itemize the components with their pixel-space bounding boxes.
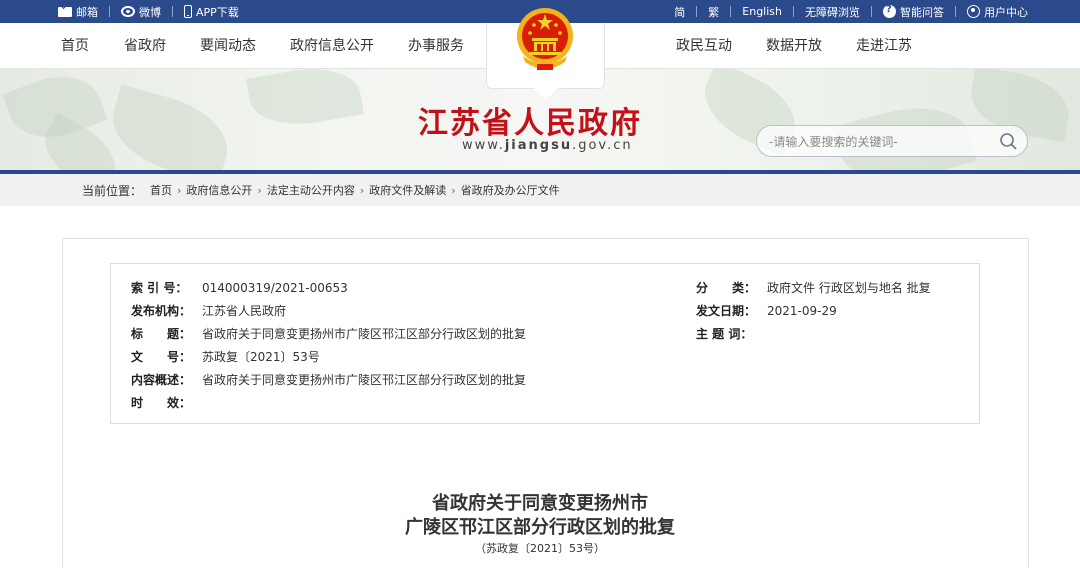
nav-item-open-data[interactable]: 数据开放 (766, 23, 822, 69)
divider (793, 6, 794, 17)
breadcrumb-office-documents[interactable]: 省政府及办公厅文件 (461, 182, 560, 198)
meta-subject-label: 主 题 词： (696, 327, 753, 341)
meta-summary-value: 省政府关于同意变更扬州市广陵区邗江区部分行政区划的批复 (202, 373, 527, 387)
site-url: www.jiangsu.gov.cn (462, 138, 633, 153)
document-title-line-1: 省政府关于同意变更扬州市 (432, 493, 648, 514)
english-link[interactable]: English (742, 5, 782, 18)
site-url-suffix: .gov.cn (572, 138, 633, 153)
smart-qa-link[interactable]: 智能问答 (883, 4, 944, 20)
smart-qa-label: 智能问答 (900, 5, 944, 19)
divider (730, 6, 732, 17)
meta-date-value: 2021-09-29 (767, 304, 837, 318)
top-bar-left: 邮箱 微博 APP下载 (58, 0, 239, 23)
meta-index-label: 索 引 号： (131, 281, 188, 295)
search-box (756, 125, 1028, 157)
meta-date-label: 发文日期： (696, 304, 757, 318)
breadcrumb-label: 当前位置： (82, 183, 143, 198)
breadcrumb-home[interactable]: 首页 (150, 182, 172, 198)
accessibility-link[interactable]: 无障碍浏览 (805, 4, 860, 20)
top-bar-right: 简 繁 English 无障碍浏览 智能问答 用户中心 (674, 0, 1028, 23)
english-label: English (742, 5, 782, 18)
breadcrumb-statutory-content[interactable]: 法定主动公开内容 (267, 182, 355, 198)
mail-label: 邮箱 (76, 5, 98, 19)
breadcrumb-info-disclosure[interactable]: 政府信息公开 (186, 182, 252, 198)
mail-link[interactable]: 邮箱 (58, 4, 98, 20)
breadcrumb-separator-icon: › (257, 183, 262, 197)
user-center-label: 用户中心 (984, 5, 1028, 19)
divider (172, 6, 173, 17)
breadcrumb-separator-icon: › (177, 183, 182, 197)
breadcrumb-government-documents[interactable]: 政府文件及解读 (369, 182, 446, 198)
nav-item-services[interactable]: 办事服务 (408, 23, 464, 69)
site-url-prefix: www. (462, 138, 505, 153)
traditional-chinese-link[interactable]: 繁 (708, 4, 719, 20)
meta-docno-value: 苏政复〔2021〕53号 (202, 350, 320, 364)
breadcrumb: 当前位置： 首页 › 政府信息公开 › 法定主动公开内容 › 政府文件及解读 ›… (82, 174, 560, 206)
user-center-link[interactable]: 用户中心 (967, 4, 1028, 20)
nav-item-about-jiangsu[interactable]: 走进江苏 (856, 23, 912, 69)
phone-icon (184, 5, 192, 18)
app-download-label: APP下载 (196, 5, 239, 19)
breadcrumb-bar: 当前位置： 首页 › 政府信息公开 › 法定主动公开内容 › 政府文件及解读 ›… (0, 174, 1080, 206)
nav-item-news[interactable]: 要闻动态 (200, 23, 256, 69)
meta-title-label: 标 题： (131, 327, 192, 341)
weibo-label: 微博 (139, 5, 161, 19)
document-meta-table: 索 引 号： 014000319/2021-00653 分 类： 政府文件 行政… (110, 263, 980, 424)
site-title: 江苏省人民政府 (418, 106, 642, 141)
breadcrumb-separator-icon: › (359, 183, 365, 197)
decor-leaf (102, 84, 238, 170)
meta-summary-label: 内容概述： (131, 373, 192, 387)
traditional-label: 繁 (708, 5, 720, 19)
meta-category-value: 政府文件 行政区划与地名 批复 (767, 281, 931, 295)
mail-icon (58, 6, 72, 17)
decor-leaf (246, 69, 364, 134)
meta-index-value: 014000319/2021-00653 (202, 281, 348, 295)
site-url-domain: jiangsu (504, 138, 573, 153)
search-input[interactable] (769, 132, 989, 152)
meta-docno-label: 文 号： (131, 350, 192, 364)
simplified-label: 简 (674, 5, 686, 19)
document-title-line-2: 广陵区邗江区部分行政区划的批复 (405, 517, 675, 538)
meta-title-value: 省政府关于同意变更扬州市广陵区邗江区部分行政区划的批复 (202, 327, 527, 341)
nav-item-home[interactable]: 首页 (61, 23, 89, 69)
app-download-link[interactable]: APP下载 (184, 4, 239, 20)
national-emblem[interactable] (515, 6, 575, 74)
divider (696, 6, 698, 17)
meta-category-label: 分 类： (696, 281, 757, 295)
meta-issuer-value: 江苏省人民政府 (202, 304, 287, 318)
document-number: （苏政复〔2021〕53号） (475, 542, 605, 555)
nav-item-info-disclosure[interactable]: 政府信息公开 (290, 23, 374, 69)
weibo-link[interactable]: 微博 (121, 4, 161, 20)
divider (871, 6, 872, 17)
divider (955, 6, 956, 17)
divider (109, 6, 110, 17)
breadcrumb-separator-icon: › (451, 183, 456, 197)
meta-issuer-label: 发布机构： (131, 304, 192, 318)
simplified-chinese-link[interactable]: 简 (674, 4, 685, 20)
weibo-icon (121, 6, 135, 17)
nav-item-interaction[interactable]: 政民互动 (676, 23, 732, 69)
user-icon (967, 5, 980, 18)
meta-validity-label: 时 效： (131, 396, 192, 410)
search-icon[interactable] (999, 132, 1017, 150)
nav-item-province-government[interactable]: 省政府 (124, 23, 166, 69)
accessibility-label: 无障碍浏览 (805, 5, 860, 19)
qa-icon (883, 4, 896, 18)
